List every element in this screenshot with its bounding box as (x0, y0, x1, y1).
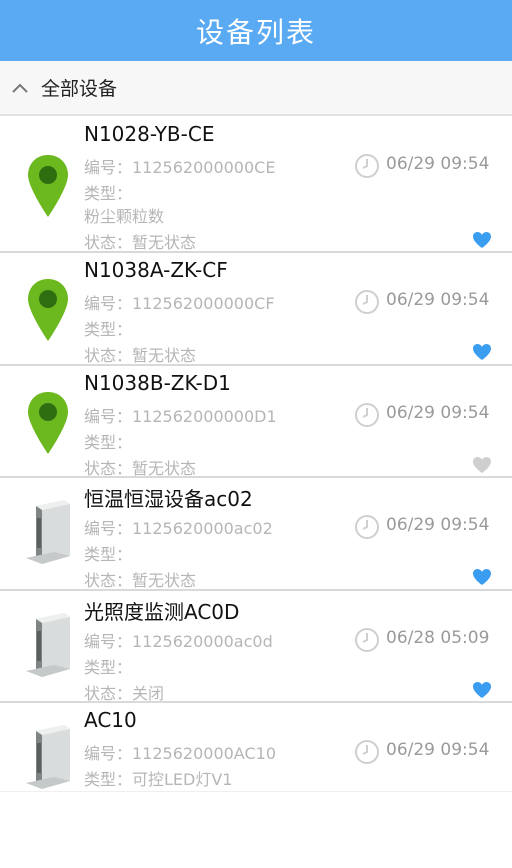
last-update-time: 06/29 09:54 (386, 154, 490, 174)
last-update-time: 06/28 05:09 (386, 627, 490, 648)
favorite-heart-icon[interactable] (472, 456, 492, 474)
last-update-time: 06/29 09:54 (386, 290, 490, 310)
device-name: AC10 (84, 708, 137, 732)
device-type: 类型： (84, 432, 133, 452)
device-box-icon (24, 723, 72, 791)
device-type-value: 粉尘颗粒数 (84, 207, 165, 226)
clock-icon (354, 289, 380, 315)
clock-icon (354, 402, 380, 428)
device-row[interactable]: N1038A-ZK-CF 编号：112562000000CF 类型： 状态：暂无… (0, 253, 512, 366)
device-name: 光照度监测AC0D (84, 599, 240, 624)
device-id: 编号：112562000000D1 (84, 406, 277, 426)
blank-bottom-area (0, 791, 512, 868)
device-row[interactable]: 光照度监测AC0D 编号：1125620000ac0d 类型： 状态：关闭 06… (0, 590, 512, 703)
chevron-up-icon[interactable] (12, 78, 32, 98)
device-id: 编号：1125620000ac02 (84, 519, 273, 538)
favorite-heart-icon[interactable] (472, 343, 492, 361)
last-update-time: 06/29 09:54 (386, 515, 490, 535)
favorite-heart-icon[interactable] (472, 568, 492, 586)
device-row[interactable]: 恒温恒湿设备ac02 编号：1125620000ac02 类型： 状态：暂无状态… (0, 478, 512, 591)
clock-icon (354, 627, 380, 653)
map-pin-icon (24, 275, 72, 345)
device-id: 编号：1125620000AC10 (84, 744, 276, 763)
device-type: 类型：可控LED灯V1 (84, 770, 233, 789)
device-name: 恒温恒湿设备ac02 (84, 487, 253, 511)
device-status: 状态：暂无状态 (84, 458, 197, 478)
device-box-icon (24, 498, 72, 568)
device-type: 类型： (84, 545, 133, 564)
last-update-time: 06/29 09:54 (386, 402, 490, 423)
device-id: 编号：1125620000ac0d (84, 631, 273, 651)
device-type: 类型： (84, 184, 133, 203)
device-list: N1028-YB-CE 编号：112562000000CE 类型： 粉尘颗粒数 … (0, 117, 512, 791)
device-status: 状态：暂无状态 (84, 571, 197, 590)
page-title: 设备列表 (195, 15, 316, 49)
device-id: 编号：112562000000CF (84, 294, 275, 313)
device-name: N1038A-ZK-CF (84, 258, 228, 282)
device-row[interactable]: AC10 编号：1125620000AC10 类型：可控LED灯V1 06/29… (0, 703, 512, 791)
clock-icon (354, 739, 380, 765)
favorite-heart-icon[interactable] (472, 681, 492, 699)
device-id: 编号：112562000000CE (84, 158, 276, 177)
device-status: 状态：暂无状态 (84, 346, 197, 365)
device-box-icon (24, 611, 72, 681)
device-status: 状态：暂无状态 (84, 233, 197, 252)
clock-icon (354, 153, 380, 179)
device-name: N1028-YB-CE (84, 122, 215, 146)
title-bar: 设备列表 (0, 0, 512, 61)
map-pin-icon (24, 388, 72, 458)
device-type: 类型： (84, 657, 133, 677)
device-row[interactable]: N1038B-ZK-D1 编号：112562000000D1 类型： 状态：暂无… (0, 365, 512, 478)
clock-icon (354, 514, 380, 540)
favorite-heart-icon[interactable] (472, 231, 492, 249)
device-status: 状态：关闭 (84, 683, 165, 703)
group-title: 全部设备 (41, 78, 118, 100)
device-row[interactable]: N1028-YB-CE 编号：112562000000CE 类型： 粉尘颗粒数 … (0, 117, 512, 253)
map-pin-icon (24, 151, 72, 221)
last-update-time: 06/29 09:54 (386, 740, 490, 760)
device-type: 类型： (84, 320, 133, 339)
device-name: N1038B-ZK-D1 (84, 370, 231, 395)
device-group-header[interactable]: 全部设备 (0, 61, 512, 116)
